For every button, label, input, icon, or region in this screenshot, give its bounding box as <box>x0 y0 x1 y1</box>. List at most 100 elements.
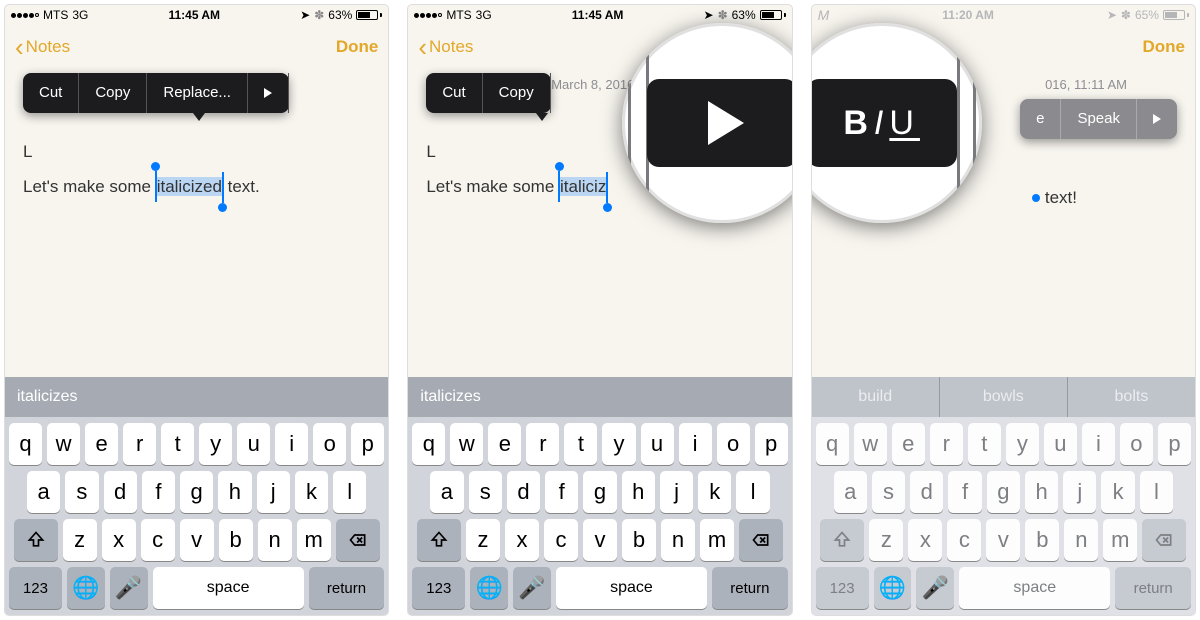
key-s[interactable]: s <box>469 471 502 513</box>
delete-key[interactable] <box>336 519 380 561</box>
key-t[interactable]: t <box>564 423 597 465</box>
delete-key[interactable] <box>1142 519 1186 561</box>
selection-handle-end-icon[interactable] <box>606 172 608 203</box>
menu-replace[interactable]: Replace... <box>147 73 248 113</box>
key-b[interactable]: b <box>622 519 656 561</box>
key-x[interactable]: x <box>908 519 942 561</box>
key-g[interactable]: g <box>583 471 616 513</box>
back-button[interactable]: ‹ Notes <box>418 34 473 60</box>
key-r[interactable]: r <box>526 423 559 465</box>
key-m[interactable]: m <box>1103 519 1137 561</box>
key-q[interactable]: q <box>412 423 445 465</box>
back-button[interactable]: ‹ Notes <box>15 34 70 60</box>
key-w[interactable]: w <box>47 423 80 465</box>
key-o[interactable]: o <box>717 423 750 465</box>
key-o[interactable]: o <box>1120 423 1153 465</box>
menu-item-partial[interactable]: e <box>1020 99 1061 139</box>
return-key[interactable]: return <box>309 567 385 609</box>
key-c[interactable]: c <box>141 519 175 561</box>
key-x[interactable]: x <box>102 519 136 561</box>
key-t[interactable]: t <box>161 423 194 465</box>
key-r[interactable]: r <box>123 423 156 465</box>
key-z[interactable]: z <box>466 519 500 561</box>
key-b[interactable]: b <box>1025 519 1059 561</box>
key-u[interactable]: u <box>641 423 674 465</box>
key-y[interactable]: y <box>1006 423 1039 465</box>
key-l[interactable]: l <box>333 471 366 513</box>
key-a[interactable]: a <box>834 471 867 513</box>
key-u[interactable]: u <box>1044 423 1077 465</box>
shift-key[interactable] <box>14 519 58 561</box>
key-f[interactable]: f <box>142 471 175 513</box>
key-f[interactable]: f <box>545 471 578 513</box>
done-button[interactable]: Done <box>336 37 379 57</box>
key-w[interactable]: w <box>854 423 887 465</box>
key-m[interactable]: m <box>700 519 734 561</box>
key-n[interactable]: n <box>661 519 695 561</box>
key-k[interactable]: k <box>1101 471 1134 513</box>
key-v[interactable]: v <box>986 519 1020 561</box>
key-p[interactable]: p <box>1158 423 1191 465</box>
key-a[interactable]: a <box>430 471 463 513</box>
key-p[interactable]: p <box>351 423 384 465</box>
key-t[interactable]: t <box>968 423 1001 465</box>
key-v[interactable]: v <box>180 519 214 561</box>
suggestion-1[interactable]: italicizes <box>408 377 791 417</box>
shift-key[interactable] <box>820 519 864 561</box>
shift-key[interactable] <box>417 519 461 561</box>
key-y[interactable]: y <box>199 423 232 465</box>
key-s[interactable]: s <box>872 471 905 513</box>
key-i[interactable]: i <box>679 423 712 465</box>
key-e[interactable]: e <box>85 423 118 465</box>
key-h[interactable]: h <box>218 471 251 513</box>
menu-copy[interactable]: Copy <box>79 73 147 113</box>
note-body[interactable]: March 8, 2016, 11:45 AM Cut Copy Replace… <box>5 69 388 377</box>
menu-cut[interactable]: Cut <box>426 73 482 113</box>
key-o[interactable]: o <box>313 423 346 465</box>
key-x[interactable]: x <box>505 519 539 561</box>
suggestion-1[interactable]: italicizes <box>5 377 388 417</box>
key-q[interactable]: q <box>9 423 42 465</box>
key-d[interactable]: d <box>104 471 137 513</box>
space-key[interactable]: space <box>153 567 304 609</box>
key-v[interactable]: v <box>583 519 617 561</box>
key-l[interactable]: l <box>736 471 769 513</box>
numbers-key[interactable]: 123 <box>816 567 869 609</box>
text-selection[interactable]: italiciz <box>559 174 607 200</box>
numbers-key[interactable]: 123 <box>412 567 465 609</box>
key-c[interactable]: c <box>947 519 981 561</box>
key-a[interactable]: a <box>27 471 60 513</box>
space-key[interactable]: space <box>556 567 707 609</box>
delete-key[interactable] <box>739 519 783 561</box>
key-k[interactable]: k <box>698 471 731 513</box>
suggestion-1[interactable]: build <box>812 377 940 417</box>
done-button[interactable]: Done <box>1142 37 1185 57</box>
key-i[interactable]: i <box>1082 423 1115 465</box>
menu-more[interactable] <box>1137 99 1177 139</box>
menu-more[interactable] <box>248 73 289 113</box>
key-e[interactable]: e <box>892 423 925 465</box>
selection-handle-end-icon[interactable] <box>222 172 224 203</box>
key-h[interactable]: h <box>1025 471 1058 513</box>
mic-key[interactable]: 🎤 <box>916 567 954 609</box>
key-l[interactable]: l <box>1140 471 1173 513</box>
selection-handle-start-icon[interactable] <box>558 171 560 202</box>
globe-key[interactable]: 🌐 <box>67 567 105 609</box>
magnifier-play[interactable] <box>622 23 792 223</box>
key-z[interactable]: z <box>63 519 97 561</box>
menu-copy[interactable]: Copy <box>483 73 551 113</box>
key-m[interactable]: m <box>297 519 331 561</box>
cursor-handle-icon[interactable] <box>1032 194 1040 202</box>
return-key[interactable]: return <box>712 567 788 609</box>
globe-key[interactable]: 🌐 <box>874 567 912 609</box>
key-q[interactable]: q <box>816 423 849 465</box>
key-g[interactable]: g <box>180 471 213 513</box>
key-f[interactable]: f <box>948 471 981 513</box>
key-n[interactable]: n <box>258 519 292 561</box>
key-e[interactable]: e <box>488 423 521 465</box>
key-d[interactable]: d <box>910 471 943 513</box>
key-y[interactable]: y <box>602 423 635 465</box>
key-j[interactable]: j <box>660 471 693 513</box>
key-n[interactable]: n <box>1064 519 1098 561</box>
key-j[interactable]: j <box>257 471 290 513</box>
